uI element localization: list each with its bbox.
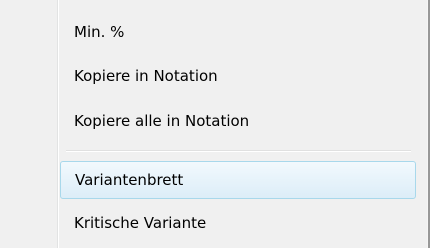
menu-separator-highlight (66, 151, 411, 152)
context-menu: Min. % Kopiere in Notation Kopiere alle … (0, 0, 430, 248)
menu-item-label: Kopiere in Notation (74, 67, 218, 85)
menu-item-label: Variantenbrett (75, 171, 184, 189)
menu-item-min-percent[interactable]: Min. % (66, 14, 124, 50)
menu-item-variation-board[interactable]: Variantenbrett (60, 161, 416, 199)
gutter-divider-highlight (58, 0, 59, 248)
menu-item-copy-all-in-notation[interactable]: Kopiere alle in Notation (66, 103, 249, 139)
menu-item-critical-variation[interactable]: Kritische Variante (66, 205, 206, 241)
menu-icon-gutter (0, 0, 57, 248)
menu-item-label: Kopiere alle in Notation (74, 112, 250, 130)
menu-item-label: Min. % (74, 23, 125, 41)
menu-item-copy-in-notation[interactable]: Kopiere in Notation (66, 58, 218, 94)
menu-item-label: Kritische Variante (74, 214, 207, 232)
